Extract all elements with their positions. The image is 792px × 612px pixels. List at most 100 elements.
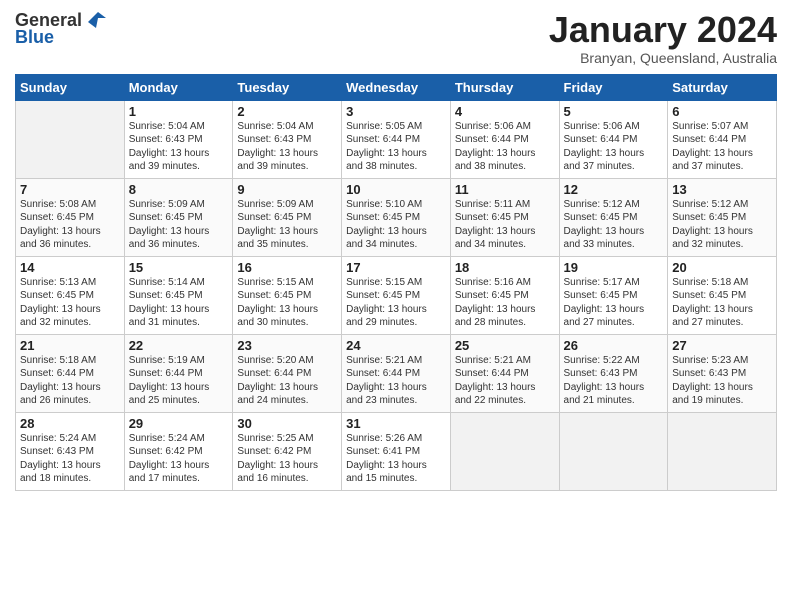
day-number: 10 <box>346 182 446 197</box>
day-number: 28 <box>20 416 120 431</box>
day-number: 5 <box>564 104 664 119</box>
day-info: Sunrise: 5:20 AM Sunset: 6:44 PM Dayligh… <box>237 354 337 408</box>
day-number: 20 <box>672 260 772 275</box>
day-info: Sunrise: 5:08 AM Sunset: 6:45 PM Dayligh… <box>20 198 120 252</box>
day-info: Sunrise: 5:12 AM Sunset: 6:45 PM Dayligh… <box>672 198 772 252</box>
day-info: Sunrise: 5:12 AM Sunset: 6:45 PM Dayligh… <box>564 198 664 252</box>
day-number: 19 <box>564 260 664 275</box>
day-number: 7 <box>20 182 120 197</box>
calendar-table: SundayMondayTuesdayWednesdayThursdayFrid… <box>15 74 777 491</box>
day-cell: 25Sunrise: 5:21 AM Sunset: 6:44 PM Dayli… <box>450 334 559 412</box>
day-cell: 17Sunrise: 5:15 AM Sunset: 6:45 PM Dayli… <box>342 256 451 334</box>
logo-bird-icon <box>84 10 106 30</box>
day-info: Sunrise: 5:25 AM Sunset: 6:42 PM Dayligh… <box>237 432 337 486</box>
weekday-header-monday: Monday <box>124 74 233 100</box>
day-cell: 7Sunrise: 5:08 AM Sunset: 6:45 PM Daylig… <box>16 178 125 256</box>
title-section: January 2024 Branyan, Queensland, Austra… <box>549 10 777 66</box>
day-info: Sunrise: 5:15 AM Sunset: 6:45 PM Dayligh… <box>346 276 446 330</box>
day-cell: 24Sunrise: 5:21 AM Sunset: 6:44 PM Dayli… <box>342 334 451 412</box>
day-info: Sunrise: 5:07 AM Sunset: 6:44 PM Dayligh… <box>672 120 772 174</box>
weekday-header-friday: Friday <box>559 74 668 100</box>
weekday-header-thursday: Thursday <box>450 74 559 100</box>
day-info: Sunrise: 5:09 AM Sunset: 6:45 PM Dayligh… <box>129 198 229 252</box>
day-number: 11 <box>455 182 555 197</box>
day-info: Sunrise: 5:13 AM Sunset: 6:45 PM Dayligh… <box>20 276 120 330</box>
day-number: 25 <box>455 338 555 353</box>
day-info: Sunrise: 5:19 AM Sunset: 6:44 PM Dayligh… <box>129 354 229 408</box>
day-info: Sunrise: 5:14 AM Sunset: 6:45 PM Dayligh… <box>129 276 229 330</box>
day-cell: 4Sunrise: 5:06 AM Sunset: 6:44 PM Daylig… <box>450 100 559 178</box>
day-info: Sunrise: 5:06 AM Sunset: 6:44 PM Dayligh… <box>564 120 664 174</box>
weekday-header-saturday: Saturday <box>668 74 777 100</box>
day-number: 23 <box>237 338 337 353</box>
day-cell: 28Sunrise: 5:24 AM Sunset: 6:43 PM Dayli… <box>16 412 125 490</box>
day-number: 9 <box>237 182 337 197</box>
day-cell: 29Sunrise: 5:24 AM Sunset: 6:42 PM Dayli… <box>124 412 233 490</box>
day-info: Sunrise: 5:09 AM Sunset: 6:45 PM Dayligh… <box>237 198 337 252</box>
day-number: 27 <box>672 338 772 353</box>
day-number: 3 <box>346 104 446 119</box>
calendar-body: 1Sunrise: 5:04 AM Sunset: 6:43 PM Daylig… <box>16 100 777 490</box>
day-cell <box>450 412 559 490</box>
day-number: 22 <box>129 338 229 353</box>
day-cell: 5Sunrise: 5:06 AM Sunset: 6:44 PM Daylig… <box>559 100 668 178</box>
day-info: Sunrise: 5:18 AM Sunset: 6:44 PM Dayligh… <box>20 354 120 408</box>
day-cell: 20Sunrise: 5:18 AM Sunset: 6:45 PM Dayli… <box>668 256 777 334</box>
weekday-header-sunday: Sunday <box>16 74 125 100</box>
day-cell: 21Sunrise: 5:18 AM Sunset: 6:44 PM Dayli… <box>16 334 125 412</box>
day-cell: 26Sunrise: 5:22 AM Sunset: 6:43 PM Dayli… <box>559 334 668 412</box>
day-cell: 13Sunrise: 5:12 AM Sunset: 6:45 PM Dayli… <box>668 178 777 256</box>
day-info: Sunrise: 5:05 AM Sunset: 6:44 PM Dayligh… <box>346 120 446 174</box>
day-cell: 22Sunrise: 5:19 AM Sunset: 6:44 PM Dayli… <box>124 334 233 412</box>
day-info: Sunrise: 5:10 AM Sunset: 6:45 PM Dayligh… <box>346 198 446 252</box>
day-number: 18 <box>455 260 555 275</box>
day-cell: 14Sunrise: 5:13 AM Sunset: 6:45 PM Dayli… <box>16 256 125 334</box>
day-number: 16 <box>237 260 337 275</box>
day-cell: 3Sunrise: 5:05 AM Sunset: 6:44 PM Daylig… <box>342 100 451 178</box>
day-cell: 19Sunrise: 5:17 AM Sunset: 6:45 PM Dayli… <box>559 256 668 334</box>
day-cell: 8Sunrise: 5:09 AM Sunset: 6:45 PM Daylig… <box>124 178 233 256</box>
header: General Blue January 2024 Branyan, Queen… <box>15 10 777 66</box>
day-number: 15 <box>129 260 229 275</box>
week-row-1: 1Sunrise: 5:04 AM Sunset: 6:43 PM Daylig… <box>16 100 777 178</box>
day-number: 14 <box>20 260 120 275</box>
day-info: Sunrise: 5:21 AM Sunset: 6:44 PM Dayligh… <box>346 354 446 408</box>
day-number: 6 <box>672 104 772 119</box>
day-info: Sunrise: 5:16 AM Sunset: 6:45 PM Dayligh… <box>455 276 555 330</box>
day-info: Sunrise: 5:04 AM Sunset: 6:43 PM Dayligh… <box>129 120 229 174</box>
page: General Blue January 2024 Branyan, Queen… <box>0 0 792 612</box>
day-number: 8 <box>129 182 229 197</box>
weekday-header-row: SundayMondayTuesdayWednesdayThursdayFrid… <box>16 74 777 100</box>
day-cell: 10Sunrise: 5:10 AM Sunset: 6:45 PM Dayli… <box>342 178 451 256</box>
day-number: 26 <box>564 338 664 353</box>
day-cell <box>559 412 668 490</box>
week-row-4: 21Sunrise: 5:18 AM Sunset: 6:44 PM Dayli… <box>16 334 777 412</box>
day-cell <box>668 412 777 490</box>
day-cell: 9Sunrise: 5:09 AM Sunset: 6:45 PM Daylig… <box>233 178 342 256</box>
day-number: 12 <box>564 182 664 197</box>
day-cell: 18Sunrise: 5:16 AM Sunset: 6:45 PM Dayli… <box>450 256 559 334</box>
day-info: Sunrise: 5:24 AM Sunset: 6:43 PM Dayligh… <box>20 432 120 486</box>
day-cell: 31Sunrise: 5:26 AM Sunset: 6:41 PM Dayli… <box>342 412 451 490</box>
day-info: Sunrise: 5:17 AM Sunset: 6:45 PM Dayligh… <box>564 276 664 330</box>
day-cell: 30Sunrise: 5:25 AM Sunset: 6:42 PM Dayli… <box>233 412 342 490</box>
weekday-header-wednesday: Wednesday <box>342 74 451 100</box>
day-number: 4 <box>455 104 555 119</box>
day-number: 31 <box>346 416 446 431</box>
day-number: 24 <box>346 338 446 353</box>
day-cell: 12Sunrise: 5:12 AM Sunset: 6:45 PM Dayli… <box>559 178 668 256</box>
day-cell: 15Sunrise: 5:14 AM Sunset: 6:45 PM Dayli… <box>124 256 233 334</box>
day-number: 13 <box>672 182 772 197</box>
week-row-3: 14Sunrise: 5:13 AM Sunset: 6:45 PM Dayli… <box>16 256 777 334</box>
day-cell: 1Sunrise: 5:04 AM Sunset: 6:43 PM Daylig… <box>124 100 233 178</box>
day-info: Sunrise: 5:26 AM Sunset: 6:41 PM Dayligh… <box>346 432 446 486</box>
day-cell: 6Sunrise: 5:07 AM Sunset: 6:44 PM Daylig… <box>668 100 777 178</box>
day-info: Sunrise: 5:18 AM Sunset: 6:45 PM Dayligh… <box>672 276 772 330</box>
day-cell: 23Sunrise: 5:20 AM Sunset: 6:44 PM Dayli… <box>233 334 342 412</box>
month-title: January 2024 <box>549 10 777 50</box>
day-number: 1 <box>129 104 229 119</box>
weekday-header-tuesday: Tuesday <box>233 74 342 100</box>
day-cell: 16Sunrise: 5:15 AM Sunset: 6:45 PM Dayli… <box>233 256 342 334</box>
week-row-2: 7Sunrise: 5:08 AM Sunset: 6:45 PM Daylig… <box>16 178 777 256</box>
day-info: Sunrise: 5:22 AM Sunset: 6:43 PM Dayligh… <box>564 354 664 408</box>
